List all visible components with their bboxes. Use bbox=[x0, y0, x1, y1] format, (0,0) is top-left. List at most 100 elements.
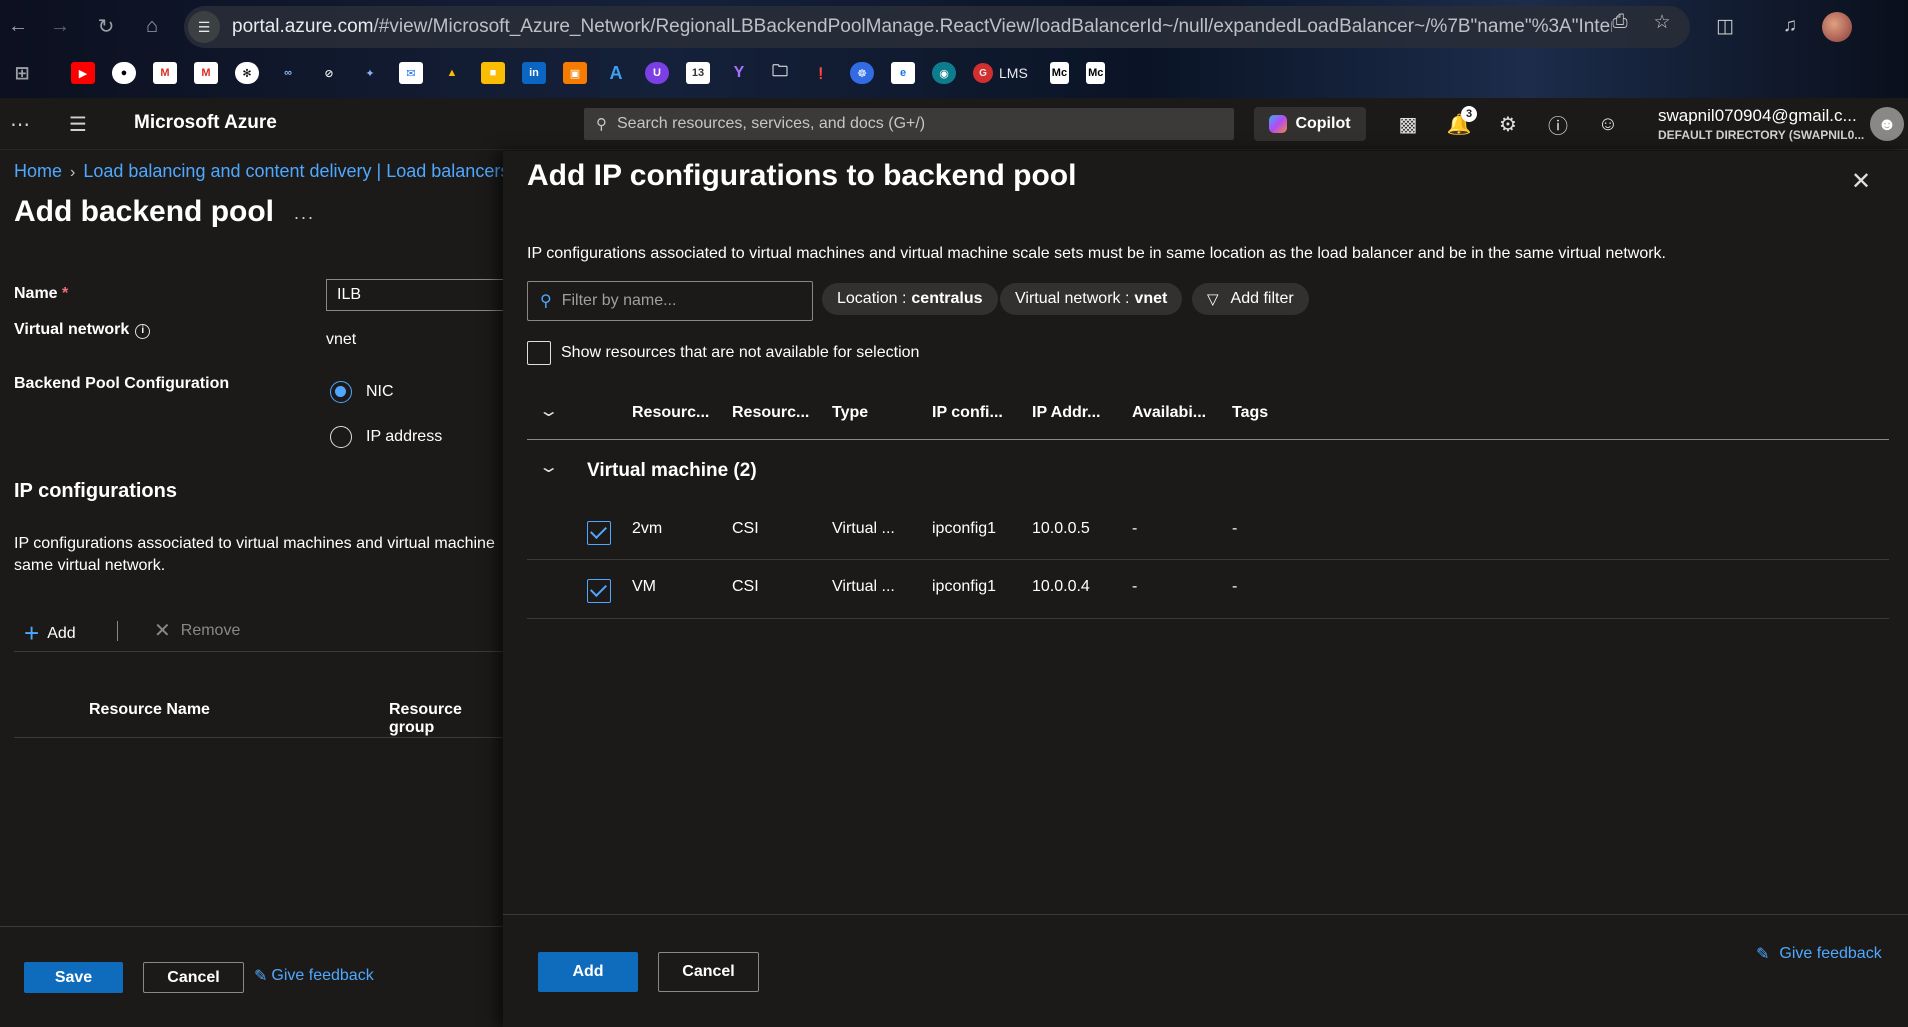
bookmark-drive-icon[interactable]: ▲ bbox=[440, 62, 464, 84]
forward-icon[interactable]: → bbox=[46, 12, 74, 40]
vnet-filter-pill[interactable]: Virtual network : vnet bbox=[1000, 283, 1183, 315]
address-bar[interactable]: ☰ portal.azure.com/#view/Microsoft_Azure… bbox=[184, 6, 1690, 48]
page-title: Add backend pool bbox=[14, 195, 275, 228]
apps-grid-icon[interactable]: ⊞ bbox=[10, 62, 34, 84]
add-ip-config-label: Add bbox=[47, 624, 76, 642]
cancel-button[interactable]: Cancel bbox=[143, 962, 244, 993]
bookmark-eye-icon[interactable]: ◉ bbox=[932, 62, 956, 84]
location-filter-pill[interactable]: Location : centralus bbox=[822, 283, 998, 315]
back-icon[interactable]: ← bbox=[4, 12, 32, 40]
bookmark-youtube-icon[interactable]: ▶ bbox=[71, 62, 95, 84]
column-resource-group[interactable]: Resource group bbox=[389, 701, 503, 737]
copilot-button[interactable]: Copilot bbox=[1254, 107, 1366, 141]
panel-cancel-button[interactable]: Cancel bbox=[658, 952, 759, 992]
bookmark-e-icon[interactable]: e bbox=[891, 62, 915, 84]
azure-brand[interactable]: Microsoft Azure bbox=[134, 112, 277, 134]
breadcrumb-home[interactable]: Home bbox=[14, 161, 62, 181]
more-options-button[interactable]: ... bbox=[294, 203, 315, 224]
bookmark-photos-icon[interactable]: ■ bbox=[481, 62, 505, 84]
row-checkbox-vm[interactable] bbox=[587, 579, 611, 603]
bookmark-y-icon[interactable]: Y bbox=[727, 62, 751, 84]
row-checkbox-2vm[interactable] bbox=[587, 521, 611, 545]
table-header-divider bbox=[527, 439, 1889, 440]
radio-nic-selected-icon[interactable] bbox=[330, 381, 352, 403]
plus-icon: + bbox=[24, 618, 40, 648]
show-unavailable-checkbox-box[interactable] bbox=[527, 341, 551, 365]
bookmark-azure-icon[interactable]: A bbox=[604, 62, 628, 84]
collapse-all-chevron-icon[interactable]: ⌄ bbox=[538, 401, 559, 421]
give-feedback-label: Give feedback bbox=[271, 967, 374, 984]
bookmark-github-icon[interactable]: ● bbox=[112, 62, 136, 84]
panel-give-feedback-link[interactable]: ✎ Give feedback bbox=[1756, 944, 1882, 964]
row-divider bbox=[527, 618, 1889, 619]
give-feedback-link[interactable]: ✎ Give feedback bbox=[254, 966, 374, 986]
portal-menu-grid-icon[interactable]: ⋯ bbox=[8, 112, 32, 136]
bookmark-mail-icon[interactable]: ✉ bbox=[399, 62, 423, 84]
bookmark-gmail2-icon[interactable]: M bbox=[194, 62, 218, 84]
bookmark-medium-icon[interactable]: Mc bbox=[1049, 62, 1070, 84]
help-icon[interactable]: ⓘ bbox=[1544, 110, 1572, 138]
radio-nic[interactable]: NIC bbox=[330, 381, 394, 403]
column-resource-name[interactable]: Resourc... bbox=[632, 404, 709, 422]
media-control-icon[interactable]: ♫ bbox=[1778, 14, 1802, 38]
bookmark-linkedin-icon[interactable]: in bbox=[522, 62, 546, 84]
site-info-icon[interactable]: ☰ bbox=[188, 11, 220, 43]
radio-ip-address-icon[interactable] bbox=[330, 426, 352, 448]
bookmark-chatgpt-icon[interactable]: ✻ bbox=[235, 62, 259, 84]
bookmark-gemini-icon[interactable]: ✦ bbox=[358, 62, 382, 84]
column-tags[interactable]: Tags bbox=[1232, 404, 1268, 422]
show-unavailable-checkbox[interactable]: Show resources that are not available fo… bbox=[527, 341, 919, 365]
bookmark-package-icon[interactable]: ▣ bbox=[563, 62, 587, 84]
column-availability[interactable]: Availabi... bbox=[1132, 404, 1206, 422]
add-filter-button[interactable]: ▽ Add filter bbox=[1192, 283, 1309, 315]
cloud-shell-icon[interactable]: ▩ bbox=[1394, 110, 1422, 138]
home-icon[interactable]: ⌂ bbox=[138, 12, 166, 40]
name-field[interactable] bbox=[326, 279, 503, 311]
reload-icon[interactable]: ↻ bbox=[92, 12, 120, 40]
bookmark-pen-icon[interactable]: ⊘ bbox=[317, 62, 341, 84]
filter-by-name-input[interactable]: ⚲ Filter by name... bbox=[527, 281, 813, 321]
bookmark-star-icon[interactable]: ☆ bbox=[1650, 10, 1674, 34]
save-button[interactable]: Save bbox=[24, 962, 123, 993]
bookmark-kubernetes-icon[interactable]: ☸ bbox=[850, 62, 874, 84]
row-divider bbox=[527, 559, 1889, 560]
close-icon[interactable]: ✕ bbox=[1851, 167, 1871, 196]
user-avatar-icon[interactable]: ☻ bbox=[1870, 107, 1904, 141]
bookmark-vercel-icon[interactable]: ❗ bbox=[809, 62, 833, 84]
add-ip-config-button[interactable]: + Add bbox=[24, 618, 76, 649]
divider bbox=[14, 651, 503, 652]
remove-ip-config-button[interactable]: ✕ Remove bbox=[154, 618, 240, 643]
account-menu[interactable]: swapnil070904@gmail.c... DEFAULT DIRECTO… bbox=[1658, 106, 1864, 142]
breadcrumb-load-balancers[interactable]: Load balancing and content delivery | Lo… bbox=[83, 161, 509, 181]
group-virtual-machine[interactable]: Virtual machine (2) bbox=[587, 460, 757, 482]
bookmark-gmail-icon[interactable]: M bbox=[153, 62, 177, 84]
bookmark-lms[interactable]: G LMS bbox=[973, 63, 1028, 83]
copilot-label: Copilot bbox=[1295, 115, 1351, 132]
panel-add-button[interactable]: Add bbox=[538, 952, 638, 992]
bookmark-u-icon[interactable]: U bbox=[645, 62, 669, 84]
column-resource-group[interactable]: Resourc... bbox=[732, 404, 809, 422]
column-type[interactable]: Type bbox=[832, 404, 868, 422]
extensions-icon[interactable]: ◫ bbox=[1713, 14, 1737, 38]
install-app-icon[interactable]: ⎙ bbox=[1608, 10, 1632, 34]
info-icon[interactable]: i bbox=[135, 324, 151, 339]
bookmark-folder-icon[interactable]: 🗀 bbox=[768, 62, 792, 84]
global-search-input[interactable]: ⚲ Search resources, services, and docs (… bbox=[584, 108, 1234, 140]
bookmark-medium2-icon[interactable]: Mc bbox=[1086, 62, 1106, 84]
column-resource-name[interactable]: Resource Name bbox=[89, 701, 210, 719]
settings-gear-icon[interactable]: ⚙ bbox=[1494, 110, 1522, 138]
group-collapse-chevron-icon[interactable]: ⌄ bbox=[538, 457, 559, 477]
radio-ip-address[interactable]: IP address bbox=[330, 426, 442, 448]
bookmark-calendar-icon[interactable]: 13 bbox=[686, 62, 710, 84]
cell-tags: - bbox=[1232, 520, 1238, 537]
hamburger-menu-icon[interactable]: ☰ bbox=[66, 112, 90, 136]
radio-ip-address-label: IP address bbox=[366, 428, 443, 445]
column-ip-address[interactable]: IP Addr... bbox=[1032, 404, 1100, 422]
browser-profile-avatar[interactable] bbox=[1822, 12, 1852, 42]
bookmark-loop-icon[interactable]: ∞ bbox=[276, 62, 300, 84]
feedback-icon[interactable]: ☺ bbox=[1594, 110, 1622, 138]
url-text[interactable]: portal.azure.com/#view/Microsoft_Azure_N… bbox=[232, 16, 1612, 38]
account-email: swapnil070904@gmail.c... bbox=[1658, 106, 1857, 125]
cell-ip-configuration: ipconfig1 bbox=[932, 520, 997, 537]
column-ip-configuration[interactable]: IP confi... bbox=[932, 404, 1003, 422]
